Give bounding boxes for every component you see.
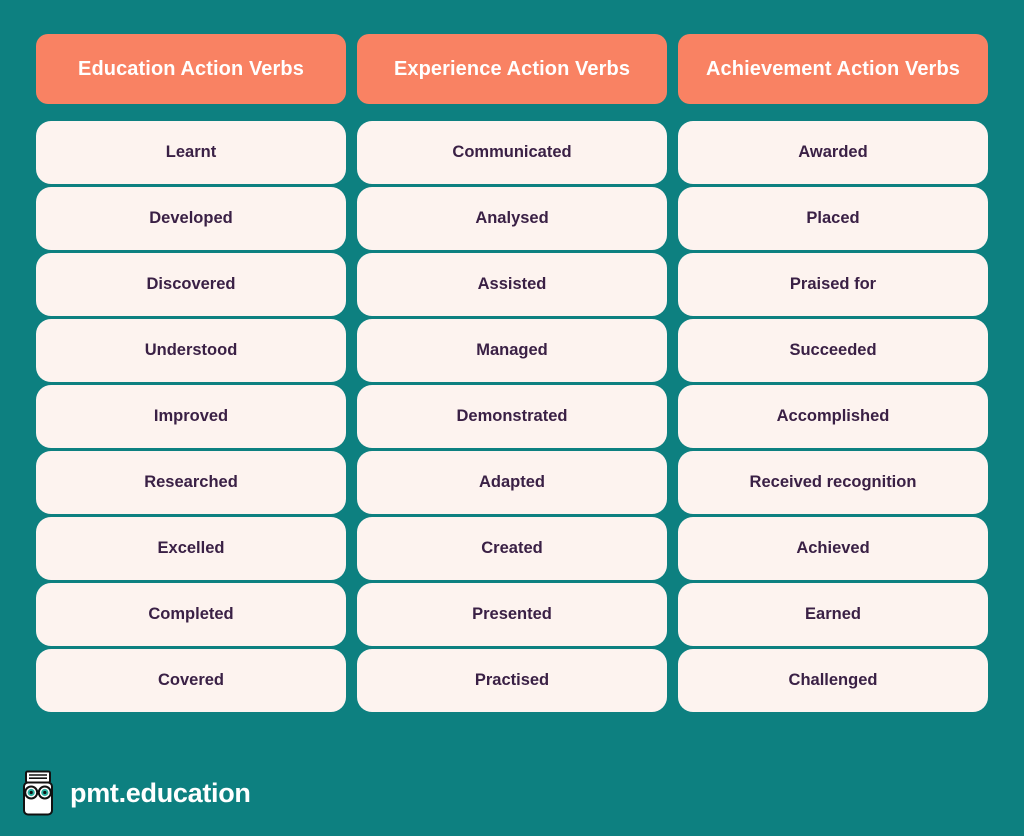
verb-cell: Succeeded [678,319,988,382]
verb-label: Excelled [157,539,225,558]
column-header-label: Experience Action Verbs [393,58,631,80]
verb-cell: Analysed [357,187,667,250]
verb-cell: Completed [36,583,346,646]
verb-cell: Covered [36,649,346,712]
verb-label: Achieved [796,539,870,558]
verb-label: Challenged [788,671,878,690]
verb-cell: Learnt [36,121,346,184]
verb-label: Understood [144,341,238,360]
verb-label: Received recognition [749,473,917,492]
verb-label: Improved [153,407,229,426]
verb-cell: Created [357,517,667,580]
verb-label: Created [481,539,543,558]
verb-cell: Received recognition [678,451,988,514]
verb-cell: Accomplished [678,385,988,448]
verb-label: Awarded [798,143,868,162]
verb-cell: Researched [36,451,346,514]
verb-cell: Developed [36,187,346,250]
pmt-books-glasses-mascot-icon [23,770,53,816]
verb-label: Discovered [146,275,236,294]
verb-cell: Discovered [36,253,346,316]
column-header-label: Education Action Verbs [78,58,304,80]
verb-cell: Earned [678,583,988,646]
verb-cell: Practised [357,649,667,712]
verb-label: Managed [476,341,548,360]
verb-label: Covered [157,671,225,690]
column-header-education: Education Action Verbs [36,34,346,104]
column-header-label: Achievement Action Verbs [706,58,960,80]
verb-cell: Challenged [678,649,988,712]
brand-footer: pmt.education [18,770,251,816]
verb-cell: Communicated [357,121,667,184]
verb-label: Practised [474,671,550,690]
verb-cell: Excelled [36,517,346,580]
action-verbs-grid: Education Action Verbs Experience Action… [36,34,988,712]
column-header-experience: Experience Action Verbs [357,34,667,104]
verb-cell: Demonstrated [357,385,667,448]
verb-cell: Managed [357,319,667,382]
verb-label: Succeeded [789,341,877,360]
verb-label: Completed [148,605,234,624]
verb-cell: Understood [36,319,346,382]
verb-label: Presented [472,605,552,624]
verb-label: Developed [149,209,233,228]
verb-label: Assisted [477,275,547,294]
verb-label: Accomplished [776,407,890,426]
verb-cell: Praised for [678,253,988,316]
verb-label: Adapted [479,473,545,492]
header-body-spacer [36,107,988,118]
verb-cell: Achieved [678,517,988,580]
verb-label: Demonstrated [456,407,568,426]
verb-cell: Assisted [357,253,667,316]
verb-cell: Adapted [357,451,667,514]
verb-label: Researched [144,473,238,492]
verb-label: Placed [806,209,860,228]
action-verbs-poster: Education Action Verbs Experience Action… [0,0,1024,836]
verb-cell: Improved [36,385,346,448]
verb-label: Analysed [475,209,549,228]
verb-label: Communicated [452,143,572,162]
verb-label: Earned [805,605,861,624]
verb-cell: Placed [678,187,988,250]
brand-name: pmt.education [70,777,251,808]
verb-label: Praised for [789,275,877,294]
verb-label: Learnt [165,143,217,162]
column-header-achievement: Achievement Action Verbs [678,34,988,104]
verb-cell: Presented [357,583,667,646]
verb-cell: Awarded [678,121,988,184]
